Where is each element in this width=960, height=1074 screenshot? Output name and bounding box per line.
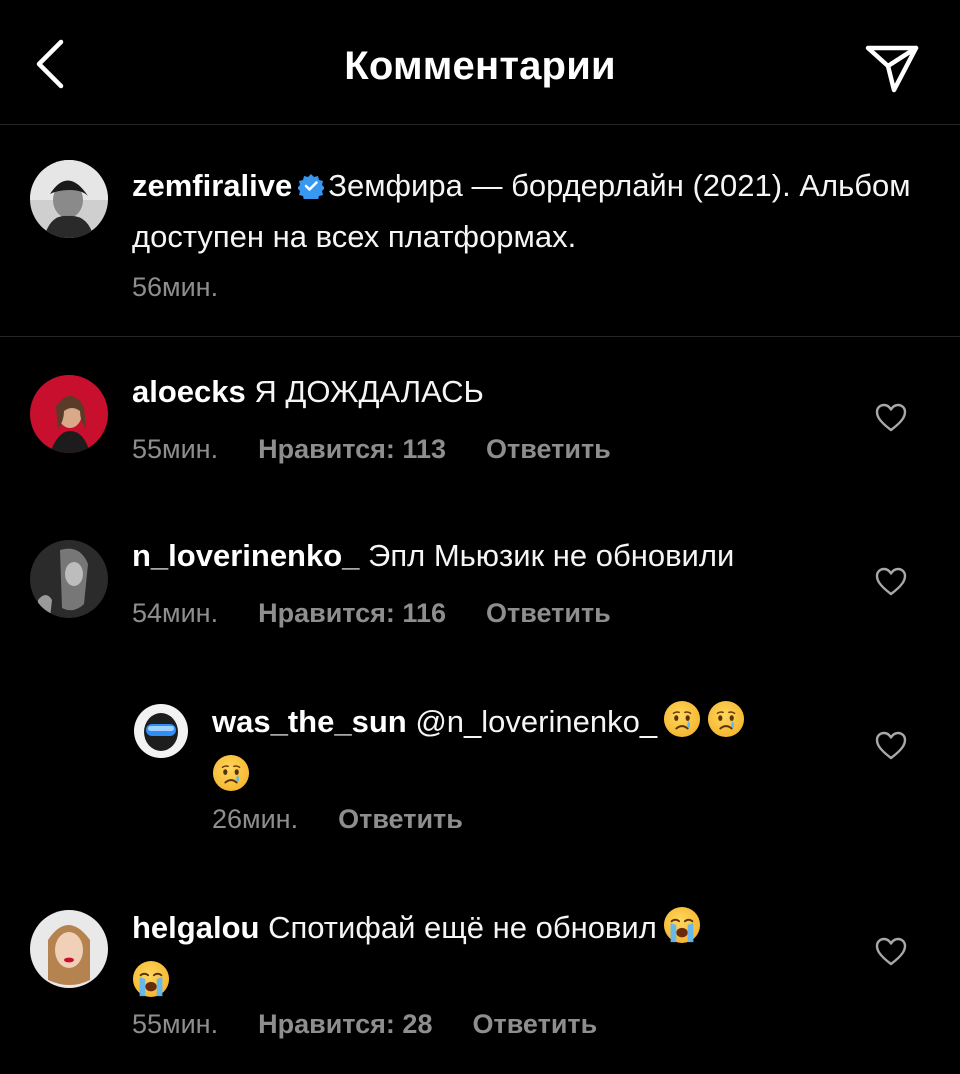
heart-icon [875,937,907,972]
avatar[interactable] [30,160,108,238]
username-link[interactable]: aloecks [132,374,246,409]
avatar[interactable] [30,540,108,618]
comment-body: Я ДОЖДАЛАСЬ [254,374,484,409]
like-button[interactable] [872,730,910,766]
comment-meta: 26мин. Ответить [212,804,463,835]
reply-button[interactable]: Ответить [338,804,463,834]
heart-icon [875,403,907,438]
comment-meta: 54мин. Нравится: 116 Ответить [132,598,611,629]
timestamp: 55мин. [132,434,219,464]
username-link[interactable]: n_loverinenko_ [132,538,359,573]
comment-text: was_the_sun @n_loverinenko_ [211,698,852,806]
like-button[interactable] [872,936,910,972]
comment-meta: 55мин. Нравится: 28 Ответить [132,1009,597,1040]
loudly-crying-face-emoji [131,960,171,1012]
avatar[interactable] [134,704,188,758]
username-link[interactable]: zemfiralive [132,168,292,203]
share-button[interactable] [858,40,926,100]
top-bar: Комментарии [0,0,960,125]
username-link[interactable]: helgalou [132,910,259,945]
heart-icon [875,731,907,766]
comment-body: Спотифай ещё не обновил [268,910,657,945]
paper-plane-icon [864,42,920,99]
likes-count[interactable]: Нравится: 28 [258,1009,432,1039]
reply-button[interactable]: Ответить [486,598,611,628]
timestamp: 55мин. [132,1009,219,1039]
reply-button[interactable]: Ответить [472,1009,597,1039]
caption-meta: 56мин. [132,272,258,303]
like-button[interactable] [872,402,910,438]
verified-badge-icon [297,165,326,213]
like-button[interactable] [872,566,910,602]
post-caption: zemfiralive Земфира — бордерлайн (2021). … [0,124,960,337]
caption-text: zemfiralive Земфира — бордерлайн (2021). … [132,162,922,261]
crying-face-emoji [663,700,702,752]
comment-text: n_loverinenko_ Эпл Мьюзик не обновили [132,532,852,580]
timestamp: 54мин. [132,598,219,628]
comment-text: aloecks Я ДОЖДАЛАСЬ [132,368,852,416]
heart-icon [875,567,907,602]
mention-link[interactable]: @n_loverinenko_ [415,704,657,739]
page-title: Комментарии [344,44,616,88]
crying-face-emoji [211,754,251,806]
reply-button[interactable]: Ответить [486,434,611,464]
avatar[interactable] [30,910,108,988]
timestamp: 56мин. [132,272,219,302]
comment-meta: 55мин. Нравится: 113 Ответить [132,434,611,465]
crying-face-emoji [707,700,746,752]
timestamp: 26мин. [212,804,299,834]
likes-count[interactable]: Нравится: 116 [258,598,446,628]
likes-count[interactable]: Нравится: 113 [258,434,446,464]
comment-body: Эпл Мьюзик не обновили [368,538,735,573]
username-link[interactable]: was_the_sun [212,704,407,739]
loudly-crying-face-emoji [662,906,701,958]
avatar[interactable] [30,375,108,453]
comment-text: helgalou Спотифай ещё не обновил [131,904,852,1012]
